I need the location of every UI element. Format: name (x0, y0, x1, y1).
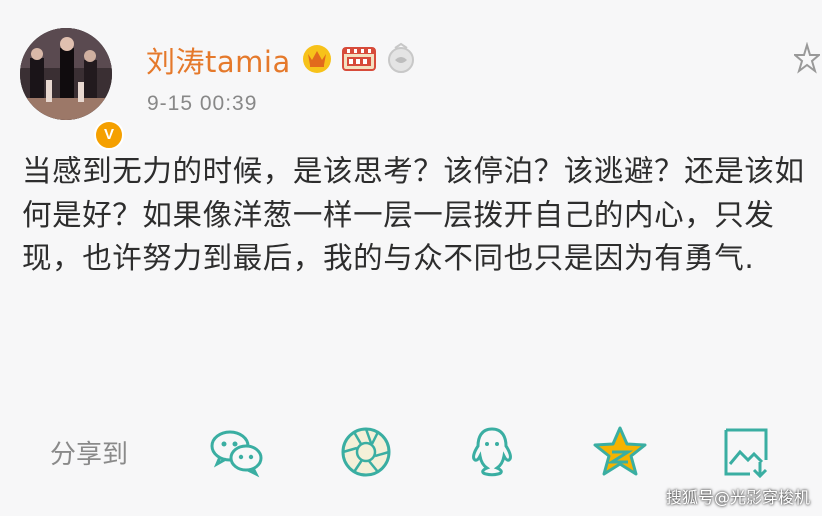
moments-icon[interactable] (336, 424, 396, 480)
level-badge-icon[interactable] (385, 42, 417, 78)
post-body-text: 当感到无力的时候，是该思考？该停泊？该逃避？还是该如何是好？如果像洋葱一样一层一… (22, 154, 805, 275)
share-label: 分享到 (50, 440, 129, 470)
author-name[interactable]: 刘涛tamia (146, 39, 291, 81)
watermark: 搜狐号@光影穿梭机 (665, 488, 810, 507)
weibo-post-card: V 刘涛tamia 9-15 00:39 当感到无力的时候，是该思考？该停泊？该… (0, 0, 822, 516)
verified-badge: V (94, 120, 124, 150)
author-row: 刘涛tamia (146, 40, 417, 80)
post-timestamp: 9-15 00:39 (147, 92, 258, 115)
wechat-icon[interactable] (206, 424, 266, 480)
share-bar: 分享到 (0, 420, 822, 490)
more-options-icon[interactable] (792, 41, 822, 76)
qq-icon[interactable] (462, 424, 522, 480)
avatar-image (20, 28, 112, 120)
save-image-icon[interactable] (716, 424, 776, 480)
movie-badge-icon[interactable] (341, 42, 377, 78)
crown-badge-icon[interactable] (301, 42, 333, 78)
author-avatar[interactable]: V (20, 28, 124, 150)
qzone-icon[interactable] (590, 424, 650, 480)
